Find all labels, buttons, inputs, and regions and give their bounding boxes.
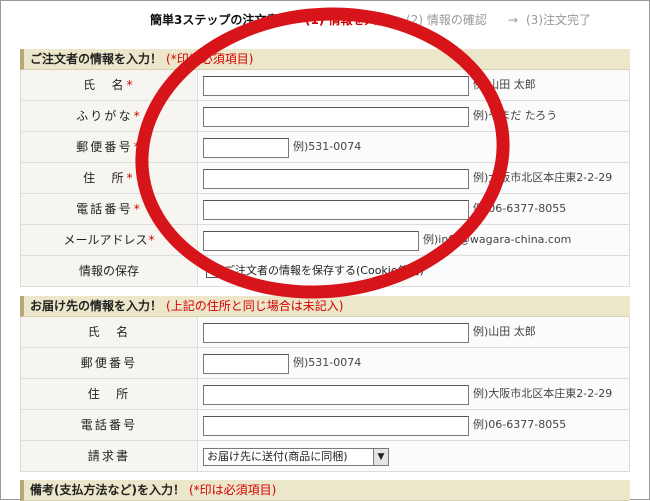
- step-arrow-icon: →: [508, 13, 519, 27]
- delivery-address-input[interactable]: [203, 385, 469, 405]
- delivery-address-label: 住 所: [21, 379, 198, 409]
- remarks-note: (*印は必須項目): [188, 483, 277, 497]
- delivery-name-row: 氏 名 例)山田 太郎: [20, 317, 630, 348]
- delivery-phone-label: 電話番号: [21, 410, 198, 440]
- delivery-address-example: 例)大阪市北区本庄東2-2-29: [473, 387, 613, 400]
- invoice-select[interactable]: お届け先に送付(商品に同梱) ▼: [203, 448, 389, 466]
- delivery-invoice-row: 請求書 お届け先に送付(商品に同梱) ▼: [20, 441, 630, 472]
- remarks-heading-text: 備考(支払方法など)を入力！: [30, 483, 185, 497]
- orderer-save-label: 情報の保存: [21, 256, 198, 286]
- orderer-heading-text: ご注文者の情報を入力！: [30, 52, 163, 66]
- delivery-heading-text: お届け先の情報を入力！: [30, 299, 163, 313]
- invoice-select-value: お届け先に送付(商品に同梱): [207, 450, 348, 463]
- step-3-complete: (3)注文完了: [526, 13, 591, 27]
- delivery-invoice-label: 請求書: [21, 441, 198, 471]
- delivery-zip-example: 例)531-0074: [293, 356, 362, 369]
- delivery-zip-row: 郵便番号 例)531-0074: [20, 348, 630, 379]
- delivery-name-label: 氏 名: [21, 317, 198, 347]
- required-mark: *: [133, 202, 142, 216]
- chevron-down-icon[interactable]: ▼: [373, 449, 388, 465]
- delivery-section: お届け先の情報を入力！ (上記の住所と同じ場合は未記入) 氏 名 例)山田 太郎 …: [20, 296, 630, 472]
- remarks-section: 備考(支払方法など)を入力！ (*印は必須項目): [20, 480, 630, 501]
- remarks-section-heading: 備考(支払方法など)を入力！ (*印は必須項目): [20, 480, 630, 501]
- delivery-zip-input[interactable]: [203, 354, 289, 374]
- required-mark: *: [133, 109, 142, 123]
- delivery-zip-label: 郵便番号: [21, 348, 198, 378]
- delivery-phone-example: 例)06-6377-8055: [473, 418, 567, 431]
- required-mark: *: [126, 78, 135, 92]
- delivery-address-row: 住 所 例)大阪市北区本庄東2-2-29: [20, 379, 630, 410]
- delivery-phone-row: 電話番号 例)06-6377-8055: [20, 410, 630, 441]
- delivery-name-example: 例)山田 太郎: [473, 325, 536, 338]
- required-mark: *: [148, 233, 155, 247]
- delivery-note: (上記の住所と同じ場合は未記入): [166, 299, 344, 313]
- delivery-section-heading: お届け先の情報を入力！ (上記の住所と同じ場合は未記入): [20, 296, 630, 317]
- delivery-phone-input[interactable]: [203, 416, 469, 436]
- delivery-name-input[interactable]: [203, 323, 469, 343]
- required-mark: *: [126, 171, 135, 185]
